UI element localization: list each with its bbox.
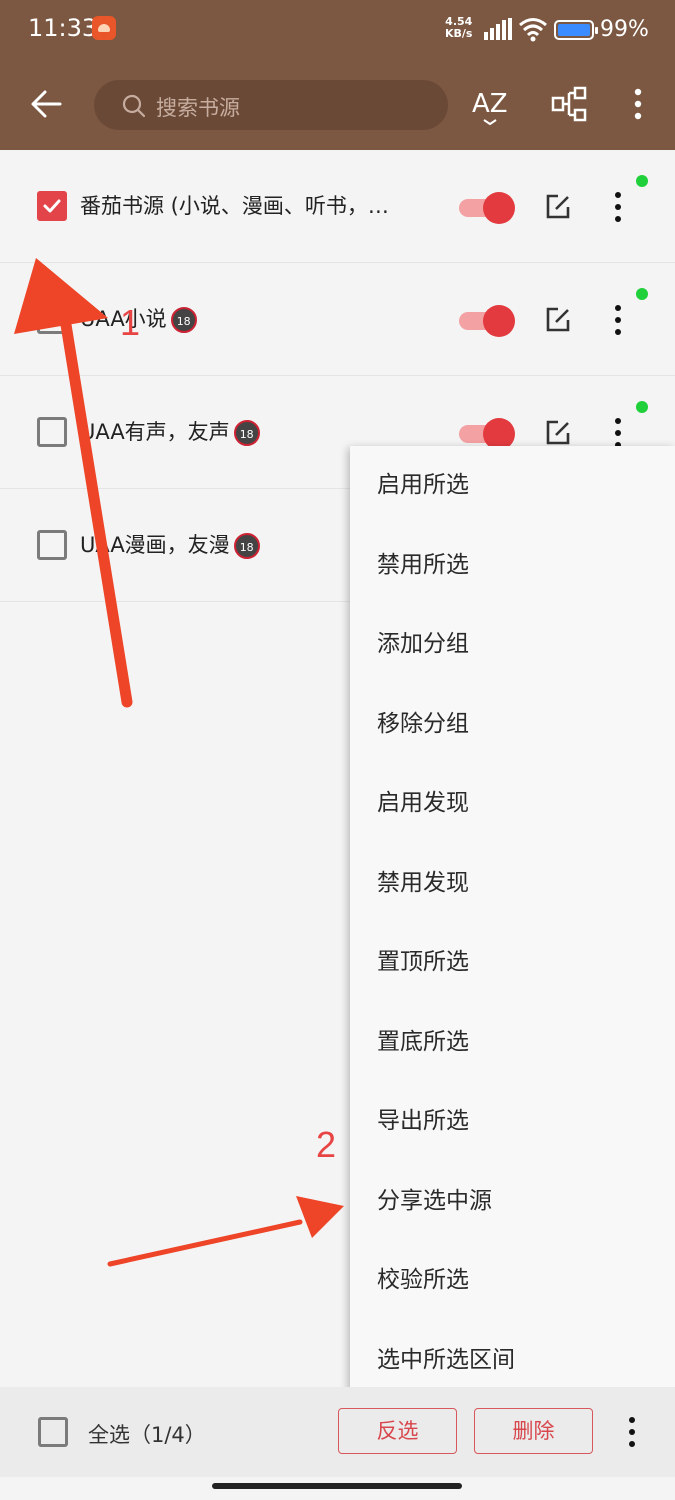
invert-selection-button[interactable]: 反选 bbox=[338, 1408, 457, 1454]
delete-button[interactable]: 删除 bbox=[474, 1408, 593, 1454]
menu-item-remove-group[interactable]: 移除分组 bbox=[350, 685, 675, 764]
source-checkbox[interactable] bbox=[37, 304, 67, 334]
edit-icon[interactable] bbox=[544, 419, 572, 447]
notification-app-icon bbox=[92, 16, 116, 40]
cellular-signal-icon bbox=[484, 18, 512, 40]
status-dot bbox=[636, 175, 648, 187]
annotation-label-2: 2 bbox=[316, 1124, 337, 1165]
enable-switch[interactable] bbox=[459, 305, 515, 337]
row-more-icon[interactable] bbox=[610, 190, 626, 224]
wifi-icon bbox=[519, 18, 547, 42]
sort-az-label: AZ bbox=[472, 89, 508, 119]
menu-item-add-group[interactable]: 添加分组 bbox=[350, 605, 675, 684]
menu-item-pin-bottom[interactable]: 置底所选 bbox=[350, 1003, 675, 1082]
search-input[interactable]: 搜索书源 bbox=[156, 92, 240, 122]
menu-item-enable-selected[interactable]: 启用所选 bbox=[350, 446, 675, 525]
select-all-checkbox[interactable] bbox=[38, 1417, 68, 1447]
network-speed: 4.54 KB/s bbox=[445, 16, 472, 40]
source-row[interactable]: UAA小说 18 bbox=[0, 263, 675, 376]
edit-icon[interactable] bbox=[544, 306, 572, 334]
battery-icon bbox=[554, 20, 598, 40]
batch-action-menu: 启用所选 禁用所选 添加分组 移除分组 启用发现 禁用发现 置顶所选 置底所选 … bbox=[350, 446, 675, 1401]
source-checkbox[interactable] bbox=[37, 530, 67, 560]
network-speed-unit: KB/s bbox=[445, 27, 473, 40]
annotation-label-1: 1 bbox=[120, 302, 141, 343]
menu-item-export-selected[interactable]: 导出所选 bbox=[350, 1082, 675, 1161]
battery-percent: 99% bbox=[600, 17, 649, 42]
search-icon bbox=[122, 94, 146, 118]
enable-switch[interactable] bbox=[459, 192, 515, 224]
menu-item-enable-discover[interactable]: 启用发现 bbox=[350, 764, 675, 843]
row-more-icon[interactable] bbox=[610, 303, 626, 337]
menu-item-pin-top[interactable]: 置顶所选 bbox=[350, 923, 675, 1002]
source-checkbox[interactable] bbox=[37, 417, 67, 447]
source-name-text: UAA漫画，友漫 bbox=[80, 533, 230, 557]
select-all-label[interactable]: 全选（1/4） bbox=[88, 1419, 206, 1449]
sort-az-icon[interactable]: AZ bbox=[470, 82, 510, 126]
menu-item-disable-discover[interactable]: 禁用发现 bbox=[350, 844, 675, 923]
group-manage-icon[interactable] bbox=[551, 84, 587, 124]
bottom-more-icon[interactable] bbox=[624, 1415, 640, 1449]
source-row[interactable]: 番茄书源 (小说、漫画、听书，… bbox=[0, 150, 675, 263]
edit-icon[interactable] bbox=[544, 193, 572, 221]
status-dot bbox=[636, 401, 648, 413]
menu-item-share-selected[interactable]: 分享选中源 bbox=[350, 1162, 675, 1241]
gesture-nav-bar[interactable] bbox=[212, 1483, 462, 1489]
selection-action-bar: 全选（1/4） 反选 删除 bbox=[0, 1387, 675, 1477]
menu-item-disable-selected[interactable]: 禁用所选 bbox=[350, 526, 675, 605]
age-18-icon: 18 bbox=[233, 533, 260, 559]
source-name: 番茄书源 (小说、漫画、听书，… bbox=[80, 194, 389, 218]
source-name: UAA漫画，友漫 18 bbox=[80, 529, 260, 559]
menu-item-verify-selected[interactable]: 校验所选 bbox=[350, 1241, 675, 1320]
search-bar[interactable]: 搜索书源 bbox=[94, 80, 448, 130]
age-18-icon: 18 bbox=[233, 420, 260, 446]
app-toolbar: 搜索书源 AZ bbox=[0, 60, 675, 150]
age-18-icon: 18 bbox=[170, 307, 197, 333]
back-arrow-icon[interactable] bbox=[28, 86, 64, 122]
enable-switch[interactable] bbox=[459, 418, 515, 450]
source-name: UAA有声，友声 18 bbox=[80, 416, 260, 446]
overflow-menu-icon[interactable] bbox=[626, 84, 650, 124]
status-dot bbox=[636, 288, 648, 300]
source-name-text: UAA有声，友声 bbox=[80, 420, 230, 444]
status-bar: 11:33 4.54 KB/s 99% bbox=[0, 0, 675, 60]
clock: 11:33 bbox=[28, 14, 98, 42]
row-more-icon[interactable] bbox=[610, 416, 626, 450]
check-icon bbox=[43, 199, 61, 213]
source-checkbox-checked[interactable] bbox=[37, 191, 67, 221]
